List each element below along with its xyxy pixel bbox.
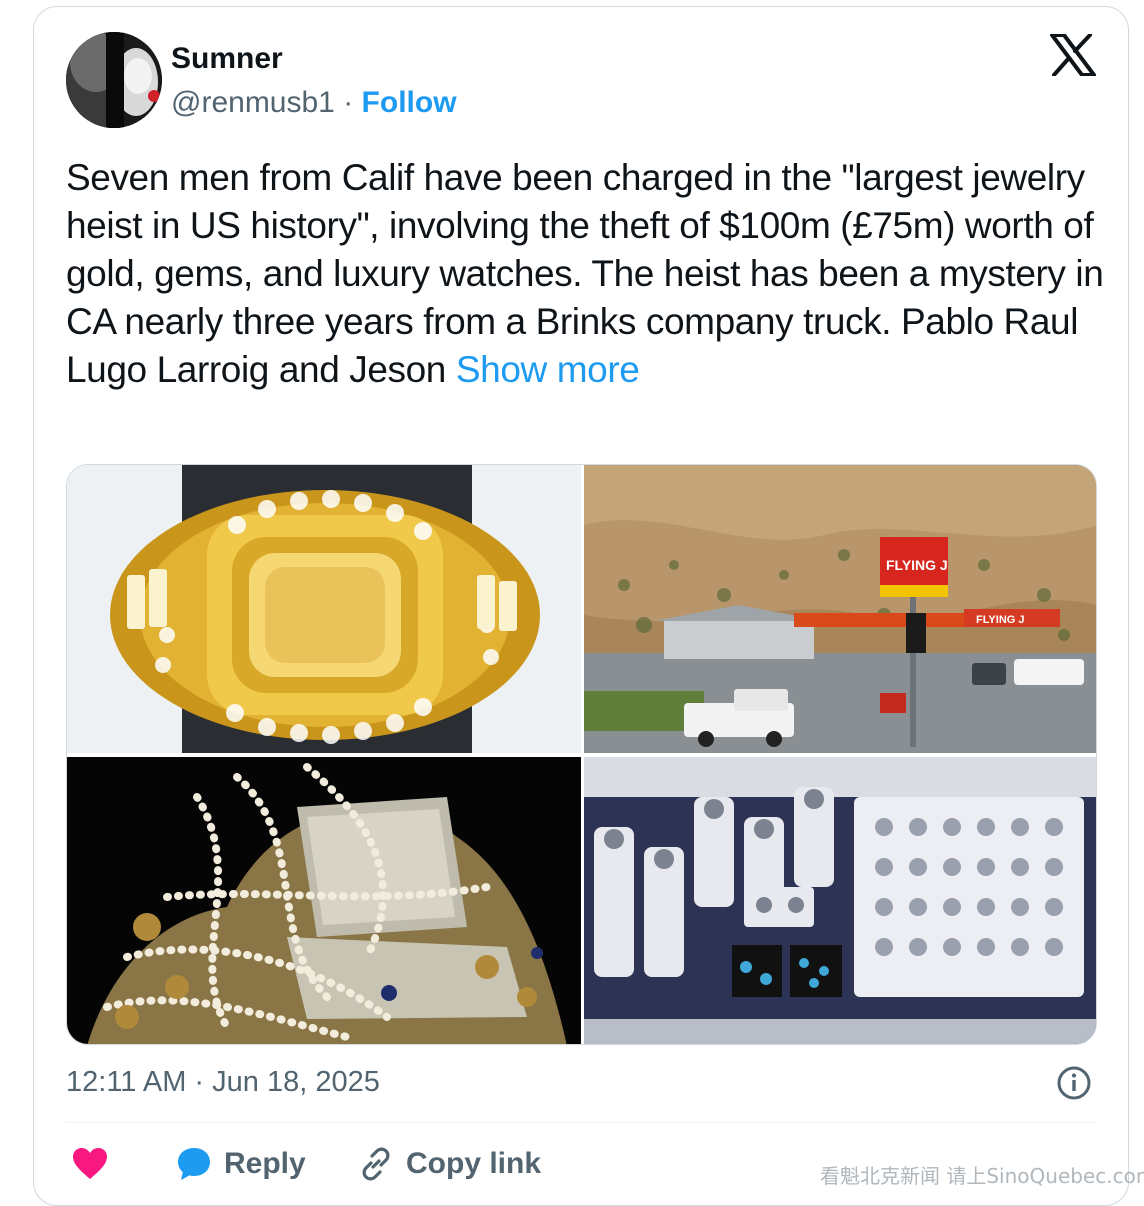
station-sign-text: FLYING J (886, 557, 948, 573)
info-icon[interactable] (1056, 1065, 1092, 1101)
actions-divider (66, 1122, 1097, 1123)
heart-icon (73, 1148, 107, 1179)
reply-bubble-icon (178, 1148, 210, 1180)
follow-button[interactable]: Follow (362, 86, 457, 119)
avatar-image (66, 32, 162, 128)
reply-button[interactable]: Reply (176, 1140, 306, 1188)
author-name[interactable]: Sumner (171, 42, 283, 76)
avatar[interactable] (66, 32, 162, 128)
author-handle[interactable]: @renmusb1 (171, 86, 335, 119)
show-more-link[interactable]: Show more (456, 349, 640, 390)
watermark-text: 看魁北克新闻 请上SinoQuebec.com (820, 1164, 1144, 1188)
media-image-ring[interactable] (67, 465, 581, 753)
tweet-text: Seven men from Calif have been charged i… (66, 154, 1106, 394)
canopy-sign-text: FLYING J (976, 614, 1025, 626)
tweet-timestamp[interactable]: 12:11 AM · Jun 18, 2025 (66, 1066, 380, 1099)
copy-link-label: Copy link (406, 1147, 542, 1180)
media-grid[interactable]: FLYING J FLYING J (66, 464, 1097, 1045)
like-button[interactable] (72, 1140, 120, 1188)
handle-separator: · (343, 86, 354, 119)
x-logo-icon[interactable] (1050, 34, 1096, 76)
author-handle-row: @renmusb1 · Follow (171, 86, 457, 120)
link-icon (362, 1147, 390, 1181)
media-image-display-case[interactable] (584, 757, 1097, 1045)
media-image-pearls[interactable] (67, 757, 581, 1045)
media-image-gas-station[interactable]: FLYING J FLYING J (584, 465, 1097, 753)
copy-link-button[interactable]: Copy link (358, 1140, 541, 1188)
reply-label: Reply (224, 1147, 306, 1180)
